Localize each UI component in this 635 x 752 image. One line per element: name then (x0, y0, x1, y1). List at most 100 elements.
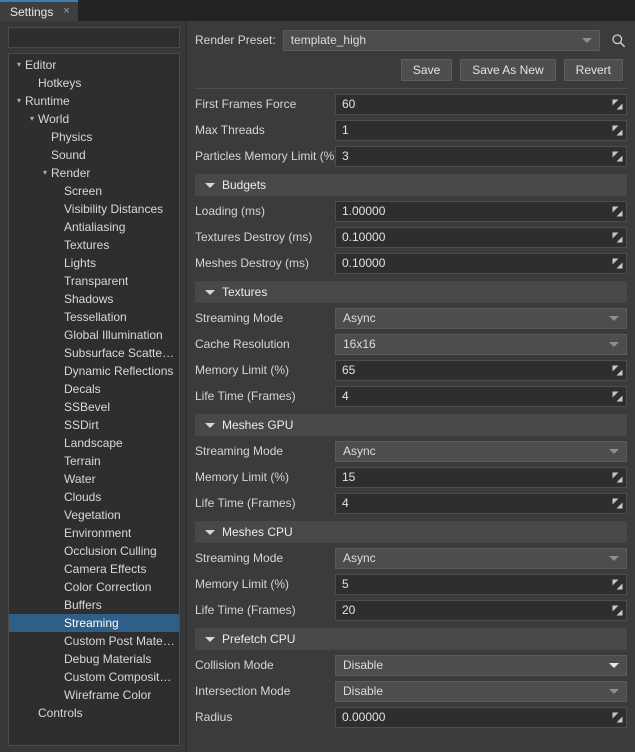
section-header-textures[interactable]: Textures (195, 281, 627, 303)
drag-resize-icon[interactable] (610, 258, 624, 269)
settings-tree[interactable]: ▾Editor▾Hotkeys▾Runtime▾World▾Physics▾So… (8, 53, 180, 746)
sidebar-item-sound[interactable]: ▾Sound (9, 146, 179, 164)
sidebar-item-decals[interactable]: ▾Decals (9, 380, 179, 398)
sidebar-item-editor[interactable]: ▾ Editor (9, 56, 179, 74)
field-row-textures-destroy-ms: Textures Destroy (ms) 0.10000 (195, 226, 627, 248)
sidebar-item-custom-composite-ma[interactable]: ▾Custom Composite Ma... (9, 668, 179, 686)
sidebar-item-shadows[interactable]: ▾Shadows (9, 290, 179, 308)
sidebar-item-visibility-distances[interactable]: ▾Visibility Distances (9, 200, 179, 218)
field-label: Life Time (Frames) (195, 389, 296, 403)
chevron-down-icon (205, 529, 215, 535)
streaming-mode-dropdown[interactable]: Async (335, 547, 627, 569)
sidebar-item-environment[interactable]: ▾Environment (9, 524, 179, 542)
drag-resize-icon[interactable] (610, 391, 624, 402)
cache-resolution-dropdown[interactable]: 16x16 (335, 333, 627, 355)
sidebar-item-screen[interactable]: ▾Screen (9, 182, 179, 200)
close-icon[interactable]: × (63, 6, 69, 17)
field-row-max-threads: Max Threads 1 (195, 119, 627, 141)
life-time-frames-input[interactable]: 4 (335, 492, 627, 514)
sidebar-item-landscape[interactable]: ▾Landscape (9, 434, 179, 452)
drag-resize-icon[interactable] (610, 125, 624, 136)
sidebar-item-occlusion-culling[interactable]: ▾Occlusion Culling (9, 542, 179, 560)
field-label: Streaming Mode (195, 311, 284, 325)
sidebar-item-color-correction[interactable]: ▾Color Correction (9, 578, 179, 596)
particles-memory-limit-input[interactable]: 3 (335, 145, 627, 167)
sidebar-item-controls[interactable]: ▾Controls (9, 704, 179, 722)
sidebar-item-transparent[interactable]: ▾Transparent (9, 272, 179, 290)
streaming-mode-dropdown[interactable]: Async (335, 307, 627, 329)
sidebar-item-label: Water (64, 472, 96, 486)
sidebar-item-label: Wireframe Color (64, 688, 152, 702)
chevron-down-icon[interactable]: ▾ (26, 115, 38, 123)
sidebar-item-streaming[interactable]: ▾Streaming (9, 614, 179, 632)
sidebar-item-water[interactable]: ▾Water (9, 470, 179, 488)
sidebar-item-camera-effects[interactable]: ▾Camera Effects (9, 560, 179, 578)
max-threads-input[interactable]: 1 (335, 119, 627, 141)
streaming-mode-dropdown[interactable]: Async (335, 440, 627, 462)
sidebar-item-clouds[interactable]: ▾Clouds (9, 488, 179, 506)
drag-resize-icon[interactable] (610, 579, 624, 590)
chevron-down-icon[interactable]: ▾ (39, 169, 51, 177)
field-label: Streaming Mode (195, 444, 284, 458)
sidebar-item-global-illumination[interactable]: ▾Global Illumination (9, 326, 179, 344)
tab-settings[interactable]: Settings × (0, 0, 78, 21)
sidebar-filter-input[interactable] (8, 27, 180, 48)
first-frames-force-input[interactable]: 60 (335, 93, 627, 115)
section-header-meshes-cpu[interactable]: Meshes CPU (195, 521, 627, 543)
sidebar-item-subsurface-scattering[interactable]: ▾Subsurface Scattering (9, 344, 179, 362)
memory-limit-input[interactable]: 65 (335, 359, 627, 381)
sidebar-item-terrain[interactable]: ▾Terrain (9, 452, 179, 470)
sidebar-item-render[interactable]: ▾ Render (9, 164, 179, 182)
sidebar-item-wireframe-color[interactable]: ▾Wireframe Color (9, 686, 179, 704)
sidebar-item-buffers[interactable]: ▾Buffers (9, 596, 179, 614)
loading-ms-input[interactable]: 1.00000 (335, 200, 627, 222)
drag-resize-icon[interactable] (610, 712, 624, 723)
radius-input[interactable]: 0.00000 (335, 706, 627, 728)
sidebar-item-ssdirt[interactable]: ▾SSDirt (9, 416, 179, 434)
sidebar-item-world[interactable]: ▾ World (9, 110, 179, 128)
revert-button[interactable]: Revert (563, 59, 623, 81)
sidebar-item-antialiasing[interactable]: ▾Antialiasing (9, 218, 179, 236)
life-time-frames-input[interactable]: 4 (335, 385, 627, 407)
sidebar-item-physics[interactable]: ▾Physics (9, 128, 179, 146)
life-time-frames-input[interactable]: 20 (335, 599, 627, 621)
field-value: 65 (342, 363, 356, 377)
sidebar-item-custom-post-materials[interactable]: ▾Custom Post Materials (9, 632, 179, 650)
section-header-prefetch-cpu[interactable]: Prefetch CPU (195, 628, 627, 650)
drag-resize-icon[interactable] (610, 206, 624, 217)
sidebar-item-runtime[interactable]: ▾ Runtime (9, 92, 179, 110)
search-icon[interactable] (607, 29, 629, 51)
sidebar-item-vegetation[interactable]: ▾Vegetation (9, 506, 179, 524)
drag-resize-icon[interactable] (610, 232, 624, 243)
sidebar-item-ssbevel[interactable]: ▾SSBevel (9, 398, 179, 416)
sidebar-item-label: Vegetation (64, 508, 121, 522)
sidebar-item-label: Debug Materials (64, 652, 152, 666)
drag-resize-icon[interactable] (610, 99, 624, 110)
render-preset-dropdown[interactable]: template_high (282, 29, 600, 51)
sidebar-item-debug-materials[interactable]: ▾Debug Materials (9, 650, 179, 668)
chevron-down-icon[interactable]: ▾ (13, 97, 25, 105)
textures-destroy-ms-input[interactable]: 0.10000 (335, 226, 627, 248)
collision-mode-dropdown[interactable]: Disable (335, 654, 627, 676)
save-as-new-button[interactable]: Save As New (460, 59, 556, 81)
memory-limit-input[interactable]: 15 (335, 466, 627, 488)
chevron-down-icon[interactable]: ▾ (13, 61, 25, 69)
section-header-budgets[interactable]: Budgets (195, 174, 627, 196)
drag-resize-icon[interactable] (610, 151, 624, 162)
sidebar-item-hotkeys[interactable]: ▾Hotkeys (9, 74, 179, 92)
section-header-meshes-gpu[interactable]: Meshes GPU (195, 414, 627, 436)
sidebar-item-dynamic-reflections[interactable]: ▾Dynamic Reflections (9, 362, 179, 380)
sidebar-item-textures[interactable]: ▾Textures (9, 236, 179, 254)
intersection-mode-dropdown[interactable]: Disable (335, 680, 627, 702)
meshes-destroy-ms-input[interactable]: 0.10000 (335, 252, 627, 274)
sidebar-item-tessellation[interactable]: ▾Tessellation (9, 308, 179, 326)
field-row-streaming-mode: Streaming Mode Async (195, 307, 627, 329)
drag-resize-icon[interactable] (610, 472, 624, 483)
drag-resize-icon[interactable] (610, 605, 624, 616)
save-button[interactable]: Save (400, 59, 453, 81)
sidebar-item-lights[interactable]: ▾Lights (9, 254, 179, 272)
memory-limit-input[interactable]: 5 (335, 573, 627, 595)
drag-resize-icon[interactable] (610, 498, 624, 509)
sidebar-item-label: Editor (25, 58, 57, 72)
drag-resize-icon[interactable] (610, 365, 624, 376)
